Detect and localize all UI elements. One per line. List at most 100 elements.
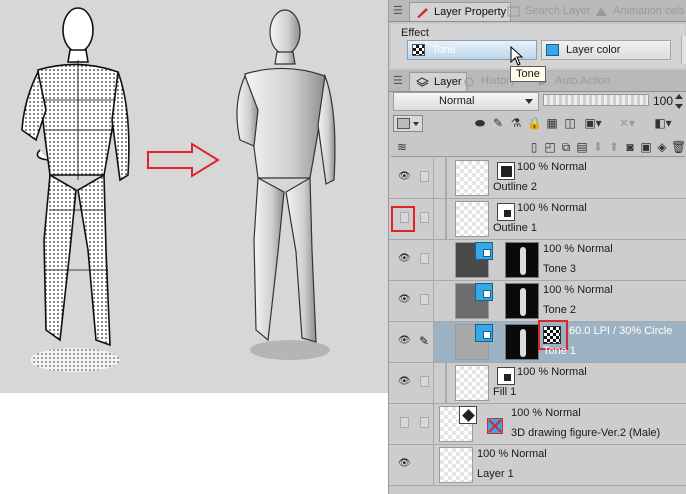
opacity-spinner-icon[interactable] xyxy=(674,92,684,111)
lock-transparent-icon[interactable]: ▦ xyxy=(545,116,559,130)
layer-icon xyxy=(416,77,429,87)
vector-layer-icon xyxy=(497,162,515,180)
eye-icon[interactable]: 👁 xyxy=(398,172,411,182)
tone-fill-icon xyxy=(475,283,493,301)
layer-status: 100 % Normal xyxy=(517,202,587,214)
eye-icon[interactable]: 👁 xyxy=(398,295,411,305)
layer-color-toggle-icon[interactable]: ◧▾ xyxy=(651,116,675,130)
layer-tools-row: ⬬ ✎ ⚗ 🔒 ▦ ◫ ▣▾ ✕▾ ◧▾ xyxy=(391,113,685,135)
tone-icon xyxy=(412,44,425,56)
before-after-figures xyxy=(21,7,336,372)
lock-checkbox[interactable] xyxy=(420,376,429,387)
palette-color-icon[interactable]: ▣▾ xyxy=(581,116,605,130)
lock-icon[interactable]: 🔒 xyxy=(527,116,542,130)
layer-status: 100 % Normal xyxy=(543,243,613,255)
raster-layer-icon xyxy=(497,367,515,385)
layer-status: 100 % Normal xyxy=(517,161,587,173)
tone-fill-icon xyxy=(475,324,493,342)
panel-menu-icon[interactable]: ☰ xyxy=(393,74,405,88)
ruler-icon[interactable]: ✕▾ xyxy=(615,116,639,130)
layer-name: Tone 2 xyxy=(543,304,577,316)
new-vector-layer-icon[interactable]: ◰ xyxy=(543,140,557,154)
layer-status: 100 % Normal xyxy=(511,407,581,419)
eye-icon[interactable]: 👁 xyxy=(398,336,411,346)
3d-layer-icon xyxy=(459,406,477,424)
trash-icon[interactable]: 🗑 xyxy=(671,140,686,154)
copy-layer-icon[interactable]: ▤ xyxy=(575,140,589,154)
tab-label: Auto Action xyxy=(555,75,611,87)
property-tabbar: ☰ Layer Property Search Layer Animation … xyxy=(389,0,686,22)
raster-layer-icon xyxy=(497,203,515,221)
layer-name: Fill 1 xyxy=(493,386,517,398)
tab-label: Search Layer xyxy=(525,5,591,17)
eye-icon[interactable]: 👁 xyxy=(398,254,411,264)
lock-checkbox[interactable] xyxy=(420,171,429,182)
layer-color-button[interactable]: Layer color xyxy=(541,40,671,60)
tone-fill-icon xyxy=(475,242,493,260)
layer-commands-row: ≋ ▯ ◰ ⧉ ▤ ⬇ ⬆ ◙ ▣ ◈ 🗑 xyxy=(391,137,686,157)
blend-row: Normal 100 xyxy=(391,92,685,112)
layer-mask-thumbnail xyxy=(505,242,539,278)
layer-name: 3D drawing figure-Ver.2 (Male) xyxy=(511,427,661,439)
tooltip: Tone xyxy=(510,66,546,82)
chevron-down-icon xyxy=(525,99,533,104)
new-raster-layer-icon[interactable]: ▯ xyxy=(527,140,541,154)
layer-color-swatch-button[interactable] xyxy=(393,115,423,132)
lock-checkbox[interactable] xyxy=(420,417,429,428)
toned-figure xyxy=(21,7,130,347)
layer-color-icon xyxy=(546,44,559,56)
tab-search-layer[interactable]: Search Layer xyxy=(501,2,594,21)
lock-checkbox[interactable] xyxy=(420,212,429,223)
layer-status: 100 % Normal xyxy=(517,366,587,378)
reference-layer-icon[interactable]: ✎ xyxy=(491,116,505,130)
new-folder-icon[interactable]: ⧉ xyxy=(559,140,573,154)
layer-mask-thumbnail xyxy=(505,324,539,360)
panel-menu-icon[interactable]: ☰ xyxy=(393,4,405,18)
mask-add-icon[interactable]: ◙ xyxy=(623,140,637,154)
layer-mask-thumbnail xyxy=(505,283,539,319)
visibility-checkbox[interactable] xyxy=(400,417,409,428)
tab-animation-cels[interactable]: Animation cels xyxy=(589,2,686,21)
lock-checkbox[interactable] xyxy=(420,253,429,264)
clip-icon[interactable]: ⬬ xyxy=(473,116,487,130)
mouse-cursor-icon xyxy=(510,46,524,66)
history-icon xyxy=(464,77,474,87)
animation-cels-icon xyxy=(596,7,607,16)
layer-color-label: Layer color xyxy=(566,44,621,56)
opacity-slider[interactable] xyxy=(543,94,649,106)
figure-illustration xyxy=(0,0,388,393)
shaded-figure xyxy=(236,9,336,343)
effect-section: Effect Tone Layer color xyxy=(391,24,686,68)
blend-mode-select[interactable]: Normal xyxy=(393,92,539,111)
pen-icon: ✎ xyxy=(419,334,430,348)
fill-icon[interactable]: ◈ xyxy=(655,140,669,154)
layer-thumbnail xyxy=(455,160,489,196)
canvas-area xyxy=(0,0,388,494)
layer-name: Outline 2 xyxy=(493,181,538,193)
apply-mask-icon[interactable]: ▣ xyxy=(639,140,653,154)
tone-label: Tone xyxy=(432,44,456,56)
mask-icon[interactable]: ◫ xyxy=(563,116,577,130)
lock-checkbox[interactable] xyxy=(420,294,429,305)
layer-panel: ☰ Layer Property Search Layer Animation … xyxy=(388,0,686,494)
layer-property-icon xyxy=(417,8,428,18)
search-layer-icon xyxy=(507,6,520,17)
draft-icon[interactable]: ⚗ xyxy=(509,116,523,130)
merge-icon[interactable]: ⬆ xyxy=(607,140,621,154)
tab-label: Animation cels xyxy=(613,5,685,17)
eye-icon[interactable]: 👁 xyxy=(398,377,411,387)
no-display-icon xyxy=(487,418,503,434)
layer-thumbnail xyxy=(455,201,489,237)
stack-icon[interactable]: ≋ xyxy=(395,140,409,154)
column-divider xyxy=(433,158,434,486)
blend-mode-value: Normal xyxy=(439,95,475,107)
eye-icon[interactable]: 👁 xyxy=(398,459,411,469)
effect-scrollbar[interactable] xyxy=(681,36,686,64)
move-down-icon[interactable]: ⬇ xyxy=(591,140,605,154)
layer-status: 100 % Normal xyxy=(543,284,613,296)
effect-title: Effect xyxy=(401,27,429,39)
layer-name: Tone 1 xyxy=(543,345,577,357)
tab-layer-property[interactable]: Layer Property xyxy=(409,2,512,21)
highlight-box xyxy=(391,206,415,232)
layer-name: Outline 1 xyxy=(493,222,538,234)
